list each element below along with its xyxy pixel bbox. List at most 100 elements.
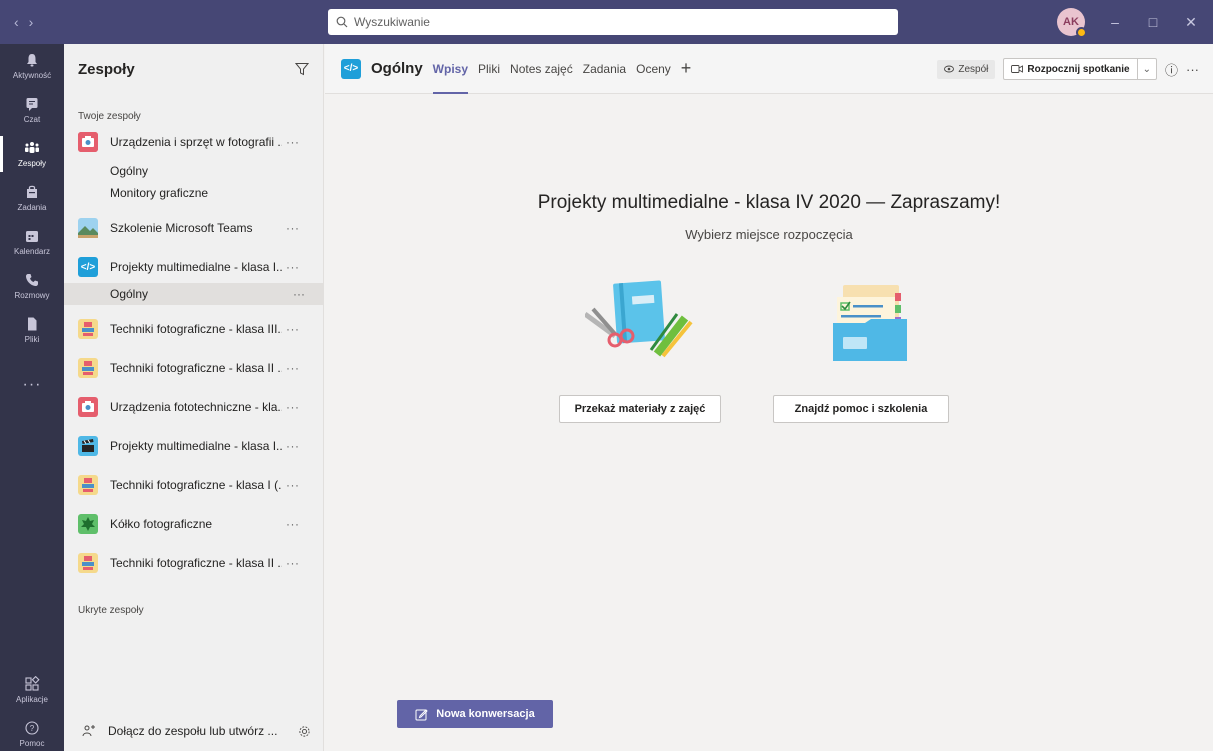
panel-title: Zespoły [78,60,135,78]
section-your-teams[interactable]: Twoje zespoły [78,111,141,122]
filter-icon[interactable] [295,62,309,76]
team-name: Urządzenia i sprzęt w fotografii ... [110,135,282,149]
code-team-icon: </> [341,58,361,79]
app-item-calendar[interactable]: Kalendarz [0,220,64,264]
search-placeholder: Wyszukiwanie [354,15,430,29]
stamp-team-icon [78,358,98,378]
teams-panel: Zespoły Twoje zespoły Urządzenia i sprzę… [64,44,324,751]
tab-posts[interactable]: Wpisy [432,44,469,94]
team-name: Techniki fotograficzne - klasa II ... [110,361,282,375]
clapper-team-icon [78,436,98,456]
more-options-icon[interactable]: ··· [293,287,305,301]
app-item-calls[interactable]: Rozmowy [0,264,64,308]
channel-item[interactable]: Ogólny [64,160,323,182]
more-options-icon[interactable]: ··· [286,517,300,531]
app-item-chat[interactable]: Czat [0,88,64,132]
more-options-icon[interactable]: ··· [286,439,300,453]
tab-assignments[interactable]: Zadania [583,44,626,94]
more-options-icon[interactable]: ··· [1186,62,1199,77]
more-options-icon[interactable]: ··· [286,478,300,492]
app-bar: Aktywność Czat Zespoły Zadania Kalendarz… [0,44,64,751]
avatar[interactable]: AK [1057,8,1087,38]
more-options-icon[interactable]: ··· [286,260,300,274]
help-training-illustration [833,285,907,361]
app-item-activity[interactable]: Aktywność [0,44,64,88]
channel-name: Monitory graficzne [110,186,209,200]
team-item[interactable]: Urządzenia i sprzęt w fotografii ... ··· [64,126,323,158]
team-item[interactable]: Techniki fotograficzne - klasa II ... ··… [64,547,323,579]
more-options-icon[interactable]: ··· [286,135,300,149]
team-name: Projekty multimedialne - klasa I... [110,260,282,274]
app-item-help[interactable]: ? Pomoc [0,712,64,751]
main-area: </> Ogólny Wpisy Pliki Notes zajęć Zadan… [325,44,1213,751]
close-icon[interactable]: ✕ [1183,14,1199,31]
find-help-training-button[interactable]: Znajdź pomoc i szkolenia [773,395,949,423]
eye-icon [944,65,955,73]
tab-grades[interactable]: Oceny [636,44,671,94]
meet-now-button[interactable]: Rozpocznij spotkanie ⌄ [1003,58,1157,80]
team-item[interactable]: Szkolenie Microsoft Teams ··· [64,212,323,244]
app-item-files[interactable]: Pliki [0,308,64,352]
tab-class-notebook[interactable]: Notes zajęć [510,44,573,94]
share-class-materials-button[interactable]: Przekaż materiały z zajęć [559,395,721,423]
team-name: Techniki fotograficzne - klasa III... [110,322,282,336]
app-item-teams[interactable]: Zespoły [0,132,64,176]
stamp-team-icon [78,319,98,339]
add-tab-icon[interactable]: + [681,58,692,79]
chevron-down-icon[interactable]: ⌄ [1138,64,1156,75]
apps-icon [25,676,40,691]
join-create-label: Dołącz do zespołu lub utwórz ... [108,724,278,738]
team-item[interactable]: </> Projekty multimedialne - klasa I... … [64,251,323,283]
back-arrow-icon[interactable]: ‹ [14,14,19,30]
app-item-label: Aktywność [12,71,52,80]
file-icon [28,317,37,331]
section-hidden-teams[interactable]: Ukryte zespoły [78,605,144,616]
chat-icon [26,98,38,111]
team-item[interactable]: Projekty multimedialne - klasa I... ··· [64,430,323,462]
search-icon [336,16,348,28]
team-name: Kółko fotograficzne [110,517,213,531]
team-button[interactable]: Zespół [937,59,996,79]
svg-text:?: ? [30,724,35,733]
title-bar: ‹ › Wyszukiwanie AK – □ ✕ [0,0,1213,44]
phone-icon [26,274,38,286]
channel-item-active[interactable]: Ogólny ··· [64,283,323,305]
more-options-icon[interactable]: ··· [286,361,300,375]
team-item[interactable]: Kółko fotograficzne ··· [64,508,323,540]
team-name: Urządzenia fototechniczne - kla... [110,400,282,414]
more-options-icon[interactable]: ··· [286,400,300,414]
more-options-icon[interactable]: ··· [286,322,300,336]
gear-icon[interactable] [298,725,311,738]
new-conversation-button[interactable]: Nowa konwersacja [397,700,553,728]
add-team-icon [82,725,95,737]
more-options-icon[interactable]: ··· [286,556,300,570]
search-input[interactable]: Wyszukiwanie [328,9,898,35]
team-item[interactable]: Techniki fotograficzne - klasa III... ··… [64,313,323,345]
status-away-icon [1076,27,1087,38]
team-name: Techniki fotograficzne - klasa I (... [110,478,282,492]
forward-arrow-icon[interactable]: › [29,14,34,30]
channel-item[interactable]: Monitory graficzne [64,182,323,204]
tab-files[interactable]: Pliki [478,44,500,94]
history-nav: ‹ › [0,14,64,30]
minimize-icon[interactable]: – [1107,14,1123,30]
team-item[interactable]: Techniki fotograficzne - klasa II ... ··… [64,352,323,384]
app-item-label: Aplikacje [15,695,48,704]
teams-icon [25,142,39,153]
join-create-team[interactable]: Dołącz do zespołu lub utwórz ... [64,711,323,751]
app-item-assignments[interactable]: Zadania [0,176,64,220]
welcome-subtitle: Wybierz miejsce rozpoczęcia [685,227,853,242]
team-name: Projekty multimedialne - klasa I... [110,439,282,453]
maximize-icon[interactable]: □ [1145,14,1161,30]
more-apps-icon[interactable]: ··· [0,376,64,394]
team-item[interactable]: Urządzenia fototechniczne - kla... ··· [64,391,323,423]
meet-now-label: Rozpocznij spotkanie [1027,63,1130,75]
info-icon[interactable]: ⓘ [1165,60,1178,79]
more-options-icon[interactable]: ··· [286,221,300,235]
app-item-label: Rozmowy [14,291,50,300]
camera-team-icon [78,397,98,417]
app-item-apps[interactable]: Aplikacje [0,668,64,712]
new-conversation-label: Nowa konwersacja [436,708,535,720]
stamp-team-icon [78,553,98,573]
team-item[interactable]: Techniki fotograficzne - klasa I (... ··… [64,469,323,501]
